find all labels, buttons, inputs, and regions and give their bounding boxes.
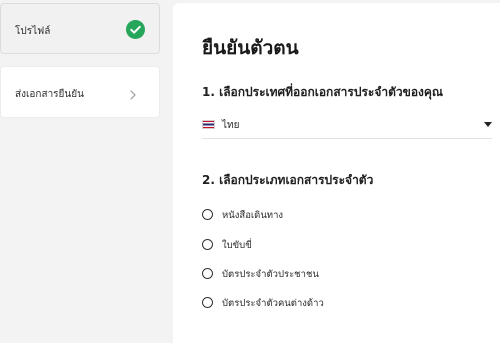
- thailand-flag-icon: [202, 120, 215, 129]
- caret-down-icon[interactable]: [484, 122, 492, 127]
- check-circle-icon: [126, 20, 145, 39]
- country-section-heading: 1. เลือกประเทศที่ออกเอกสารประจำตัวของคุณ: [202, 85, 444, 99]
- radio-label: บัตรประจำตัวคนต่างด้าว: [222, 298, 324, 309]
- radio-button[interactable]: [202, 239, 213, 250]
- sidebar-item-profile[interactable]: โปรไฟล์: [0, 3, 160, 54]
- radio-button[interactable]: [202, 297, 213, 308]
- country-select[interactable]: ไทย: [202, 115, 492, 139]
- radio-button[interactable]: [202, 268, 213, 279]
- page-title: ยืนยันตัวตน: [202, 37, 299, 59]
- document-type-section-heading: 2. เลือกประเภทเอกสารประจำตัว: [202, 173, 374, 187]
- radio-option-national-id[interactable]: บัตรประจำตัวประชาชน: [202, 266, 402, 282]
- sidebar-item-label: โปรไฟล์: [15, 26, 51, 37]
- sidebar-item-label: ส่งเอกสารยืนยัน: [15, 89, 84, 100]
- chevron-right-icon: [127, 86, 139, 100]
- sidebar-item-send-documents[interactable]: ส่งเอกสารยืนยัน: [0, 66, 160, 118]
- radio-label: บัตรประจำตัวประชาชน: [222, 269, 319, 280]
- radio-option-driving-license[interactable]: ใบขับขี่: [202, 237, 402, 253]
- radio-button[interactable]: [202, 209, 213, 220]
- radio-option-passport[interactable]: หนังสือเดินทาง: [202, 207, 402, 223]
- radio-label: ใบขับขี่: [222, 240, 252, 251]
- sidebar: โปรไฟล์ ส่งเอกสารยืนยัน: [0, 0, 160, 334]
- country-select-value: ไทย: [222, 120, 240, 131]
- verification-panel: ยืนยันตัวตน 1. เลือกประเทศที่ออกเอกสารปร…: [173, 3, 500, 343]
- radio-label: หนังสือเดินทาง: [222, 210, 284, 221]
- radio-option-alien-id[interactable]: บัตรประจำตัวคนต่างด้าว: [202, 295, 402, 311]
